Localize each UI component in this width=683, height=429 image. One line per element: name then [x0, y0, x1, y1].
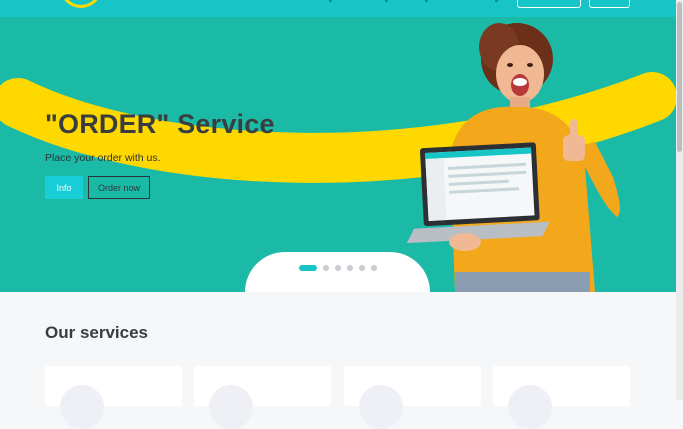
service-card[interactable]: [45, 366, 182, 429]
nav-item[interactable]: [329, 0, 332, 2]
hero-subtitle: Place your order with us.: [45, 152, 161, 164]
carousel-dots: [299, 265, 377, 271]
nav-item[interactable]: [385, 0, 388, 2]
carousel-dot[interactable]: [359, 265, 365, 271]
service-card[interactable]: [194, 366, 331, 429]
service-card[interactable]: [493, 366, 630, 429]
info-button[interactable]: Info: [45, 176, 83, 199]
carousel-dot[interactable]: [299, 265, 317, 271]
service-card[interactable]: [344, 366, 481, 429]
logo[interactable]: [60, 0, 102, 8]
language-button[interactable]: [589, 0, 630, 8]
login-button[interactable]: [517, 0, 581, 8]
hero-banner: "ORDER" Service Place your order with us…: [0, 17, 676, 292]
carousel-dots-tab: [245, 252, 430, 292]
hero-title: "ORDER" Service: [45, 109, 275, 139]
document-icon: [60, 385, 104, 429]
nav-item[interactable]: [425, 0, 428, 2]
clock-icon: [508, 385, 552, 429]
location-icon: [359, 385, 403, 429]
nav-item[interactable]: [495, 0, 498, 2]
scrollbar-thumb[interactable]: [677, 2, 682, 152]
carousel-dot[interactable]: [371, 265, 377, 271]
globe-icon: [209, 385, 253, 429]
woman-with-laptop-image: [406, 23, 620, 292]
services-title: Our services: [45, 323, 149, 342]
carousel-dot[interactable]: [347, 265, 353, 271]
top-nav-bar: [0, 0, 676, 17]
carousel-dot[interactable]: [335, 265, 341, 271]
carousel-dot[interactable]: [323, 265, 329, 271]
order-now-button[interactable]: Order now: [88, 176, 150, 199]
